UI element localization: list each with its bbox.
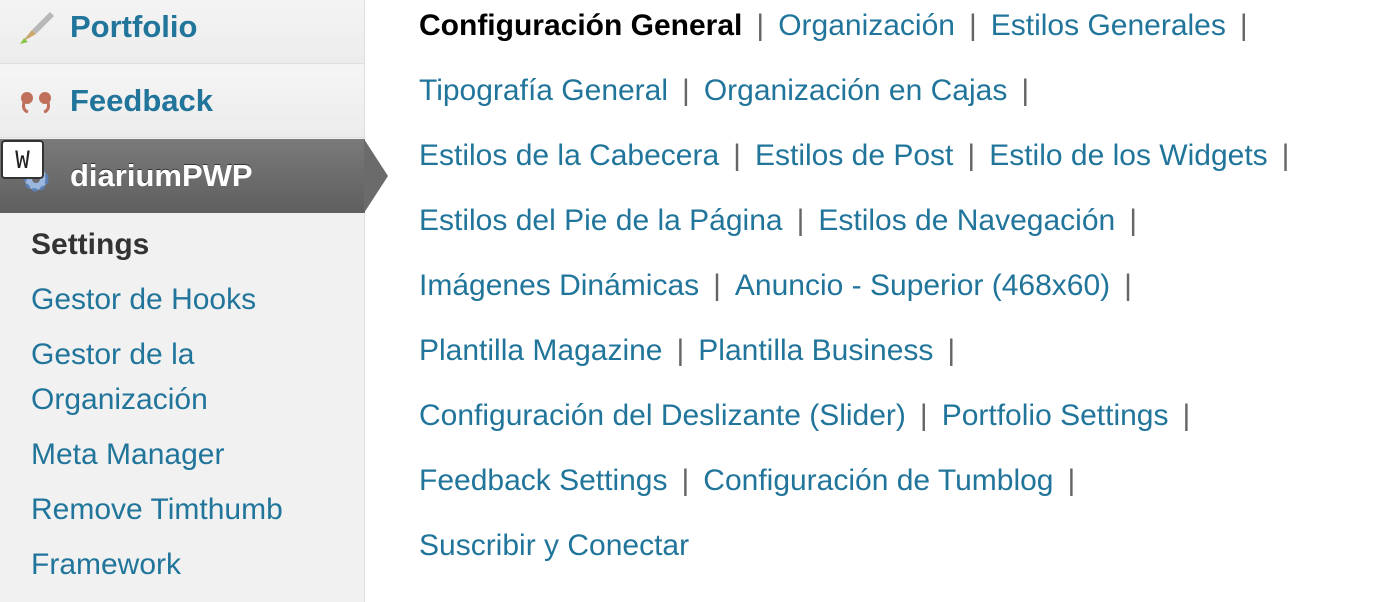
tab-separator: | — [756, 9, 765, 42]
submenu-item-meta-manager[interactable]: Meta Manager — [31, 432, 351, 477]
tab-separator: | — [947, 334, 956, 367]
tab-configuracion-deslizante[interactable]: Configuración del Deslizante (Slider) — [419, 399, 906, 432]
tab-imagenes-dinamicas[interactable]: Imágenes Dinámicas — [419, 269, 699, 302]
tab-configuracion-tumblog[interactable]: Configuración de Tumblog — [703, 464, 1053, 497]
tab-anuncio-superior[interactable]: Anuncio - Superior (468x60) — [735, 269, 1110, 302]
submenu-item-framework[interactable]: Framework — [31, 542, 351, 587]
tab-separator: | — [676, 334, 685, 367]
menu-item-portfolio[interactable]: Portfolio — [0, 0, 364, 64]
tab-separator: | — [681, 464, 690, 497]
tab-portfolio-settings[interactable]: Portfolio Settings — [942, 399, 1169, 432]
tab-plantilla-business[interactable]: Plantilla Business — [698, 334, 933, 367]
tab-separator: | — [796, 204, 805, 237]
tab-separator: | — [968, 9, 977, 42]
tab-row: Tipografía General | Organización en Cajas… — [419, 65, 1043, 117]
admin-sidebar: Portfolio Feedback diariumPWP W Settings… — [0, 0, 365, 602]
menu-item-feedback[interactable]: Feedback — [0, 64, 364, 138]
tab-separator: | — [713, 269, 721, 302]
quote-icon — [21, 92, 51, 114]
tab-organizacion[interactable]: Organización — [778, 9, 955, 42]
submenu-item-settings[interactable]: Settings — [31, 222, 351, 267]
tab-row: Plantilla Magazine | Plantilla Business | — [419, 325, 969, 377]
tab-separator: | — [919, 399, 928, 432]
tab-estilos-cabecera[interactable]: Estilos de la Cabecera — [419, 139, 719, 172]
menu-label-portfolio: Portfolio — [70, 8, 198, 44]
tab-estilos-generales[interactable]: Estilos Generales — [991, 9, 1226, 42]
tab-row: Configuración del Deslizante (Slider) | Po… — [419, 390, 1204, 442]
tab-separator: | — [1021, 74, 1030, 107]
w-badge: W — [1, 140, 44, 179]
brush-icon — [20, 12, 54, 44]
tab-separator: | — [733, 139, 741, 172]
tab-separator: | — [682, 74, 690, 107]
tab-tipografia-general[interactable]: Tipografía General — [419, 74, 668, 107]
tab-separator: | — [1182, 399, 1191, 432]
tab-configuracion-general[interactable]: Configuración General — [419, 9, 742, 42]
tab-separator: | — [1129, 204, 1137, 237]
tab-estilos-pie-pagina[interactable]: Estilos del Pie de la Página — [419, 204, 783, 237]
submenu-item-gestor-organizacion[interactable]: Gestor de la Organización — [31, 332, 351, 422]
tab-row: Imágenes Dinámicas | Anuncio - Superior (4… — [419, 260, 1146, 312]
tab-feedback-settings[interactable]: Feedback Settings — [419, 464, 667, 497]
tab-separator: | — [1281, 139, 1290, 172]
menu-active-arrow — [364, 139, 388, 213]
tab-separator: | — [1067, 464, 1076, 497]
tab-plantilla-magazine[interactable]: Plantilla Magazine — [419, 334, 662, 367]
tab-separator: | — [1239, 9, 1248, 42]
tab-row: Feedback Settings | Configuración de Tumbl… — [419, 455, 1089, 507]
submenu-item-remove-timthumb[interactable]: Remove Timthumb — [31, 487, 351, 532]
menu-label-feedback: Feedback — [70, 82, 214, 118]
tab-estilos-post[interactable]: Estilos de Post — [755, 139, 953, 172]
menu-label-diariumpwp: diariumPWP — [70, 158, 253, 193]
tab-estilo-widgets[interactable]: Estilo de los Widgets — [989, 139, 1267, 172]
tab-suscribir-conectar[interactable]: Suscribir y Conectar — [419, 529, 689, 562]
menu-item-diariumpwp[interactable]: diariumPWP — [0, 139, 365, 213]
submenu-item-gestor-de-hooks[interactable]: Gestor de Hooks — [31, 277, 351, 322]
tab-row: Estilos del Pie de la Página | Estilos de … — [419, 195, 1151, 247]
tab-separator: | — [967, 139, 976, 172]
tab-organizacion-en-cajas[interactable]: Organización en Cajas — [704, 74, 1008, 107]
tab-row: Estilos de la Cabecera | Estilos de Post | E… — [419, 130, 1303, 182]
submenu: Settings Gestor de Hooks Gestor de la Or… — [31, 222, 351, 597]
tab-estilos-navegacion[interactable]: Estilos de Navegación — [818, 204, 1115, 237]
tab-row: Suscribir y Conectar — [419, 520, 689, 572]
tab-separator: | — [1124, 269, 1132, 302]
tab-row: Configuración General | Organización | Estil… — [419, 0, 1262, 52]
